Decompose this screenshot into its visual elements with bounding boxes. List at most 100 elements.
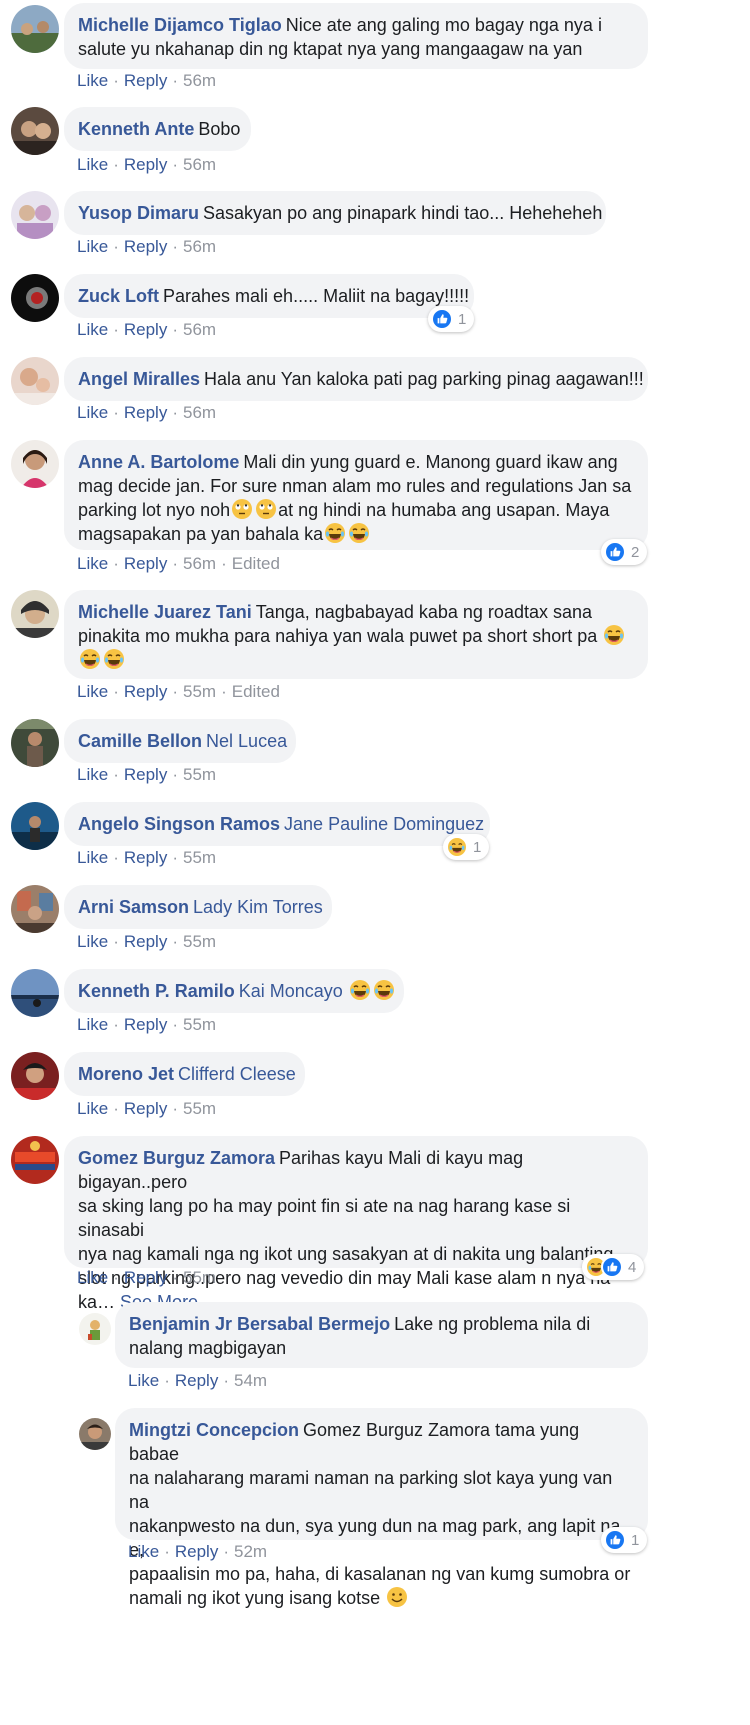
reply-link[interactable]: Reply: [124, 320, 167, 339]
author-name[interactable]: Yusop Dimaru: [78, 203, 199, 223]
like-link[interactable]: Like: [77, 848, 108, 867]
like-link[interactable]: Like: [77, 554, 108, 573]
like-link[interactable]: Like: [77, 71, 108, 90]
timestamp[interactable]: 52m: [234, 1542, 267, 1561]
timestamp[interactable]: 56m: [183, 71, 216, 90]
avatar-photo: [11, 107, 59, 155]
like-link[interactable]: Like: [77, 403, 108, 422]
reply-link[interactable]: Reply: [124, 1015, 167, 1034]
avatar[interactable]: [11, 719, 59, 767]
avatar[interactable]: [11, 885, 59, 933]
reply-link[interactable]: Reply: [124, 237, 167, 256]
reply-link[interactable]: Reply: [124, 765, 167, 784]
author-name[interactable]: Angel Miralles: [78, 369, 200, 389]
avatar[interactable]: [79, 1418, 111, 1450]
like-link[interactable]: Like: [77, 320, 108, 339]
avatar-photo: [11, 357, 59, 405]
avatar[interactable]: [11, 802, 59, 850]
author-name[interactable]: Mingtzi Concepcion: [129, 1420, 299, 1440]
reply-link[interactable]: Reply: [124, 71, 167, 90]
reply-link[interactable]: Reply: [124, 554, 167, 573]
laughing-emoji: [603, 624, 625, 646]
timestamp[interactable]: 55m: [183, 1268, 216, 1287]
timestamp[interactable]: 56m: [183, 155, 216, 174]
author-name[interactable]: Camille Bellon: [78, 731, 202, 751]
timestamp[interactable]: 55m: [183, 1099, 216, 1118]
like-link[interactable]: Like: [128, 1371, 159, 1390]
laughing-emoji: [348, 522, 370, 544]
author-name[interactable]: Benjamin Jr Bersabal Bermejo: [129, 1314, 390, 1334]
timestamp[interactable]: 56m: [183, 237, 216, 256]
reply-link[interactable]: Reply: [124, 1268, 167, 1287]
author-name[interactable]: Kenneth Ante: [78, 119, 194, 139]
eye-roll-emoji: [255, 498, 277, 520]
avatar[interactable]: [11, 274, 59, 322]
like-link[interactable]: Like: [77, 1015, 108, 1034]
like-link[interactable]: Like: [77, 932, 108, 951]
timestamp[interactable]: 55m: [183, 1015, 216, 1034]
like-link[interactable]: Like: [77, 682, 108, 701]
like-link[interactable]: Like: [77, 1099, 108, 1118]
mention-link[interactable]: Nel Lucea: [206, 731, 287, 751]
like-link[interactable]: Like: [77, 1268, 108, 1287]
author-name[interactable]: Zuck Loft: [78, 286, 159, 306]
avatar[interactable]: [11, 1136, 59, 1184]
like-link[interactable]: Like: [77, 765, 108, 784]
reply-link[interactable]: Reply: [124, 848, 167, 867]
comment-actions: Like · Reply · 55m: [77, 932, 217, 951]
comment-text: magsapakan pa yan bahala ka: [78, 524, 324, 544]
avatar[interactable]: [11, 1052, 59, 1100]
reactions-badge[interactable]: 2: [601, 539, 648, 565]
avatar[interactable]: [11, 191, 59, 239]
author-name[interactable]: Gomez Burguz Zamora: [78, 1148, 275, 1168]
timestamp[interactable]: 56m: [183, 554, 216, 573]
mention-link[interactable]: Lady Kim Torres: [193, 897, 323, 917]
comment-text: Bobo: [198, 119, 241, 139]
edited-label[interactable]: Edited: [232, 554, 280, 573]
avatar[interactable]: [11, 357, 59, 405]
avatar[interactable]: [11, 969, 59, 1017]
mention-link[interactable]: Clifferd Cleese: [178, 1064, 296, 1084]
author-name[interactable]: Anne A. Bartolome: [78, 452, 239, 472]
timestamp[interactable]: 55m: [183, 848, 216, 867]
reply-link[interactable]: Reply: [124, 1099, 167, 1118]
reply-link[interactable]: Reply: [175, 1542, 218, 1561]
avatar[interactable]: [11, 107, 59, 155]
reply-link[interactable]: Reply: [124, 932, 167, 951]
avatar[interactable]: [11, 5, 59, 53]
laughing-emoji: [103, 648, 125, 670]
laughing-emoji: [324, 522, 346, 544]
author-name[interactable]: Michelle Juarez Tani: [78, 602, 252, 622]
mention-link[interactable]: Kai Moncayo: [239, 981, 343, 1001]
like-link[interactable]: Like: [128, 1542, 159, 1561]
like-link[interactable]: Like: [77, 155, 108, 174]
reactions-badge[interactable]: 4: [582, 1254, 645, 1280]
like-link[interactable]: Like: [77, 237, 108, 256]
reply-link[interactable]: Reply: [175, 1371, 218, 1390]
mention-link[interactable]: Jane Pauline Dominguez: [284, 814, 484, 834]
author-name[interactable]: Michelle Dijamco Tiglao: [78, 15, 282, 35]
edited-label[interactable]: Edited: [232, 682, 280, 701]
timestamp[interactable]: 55m: [183, 932, 216, 951]
avatar[interactable]: [11, 590, 59, 638]
timestamp[interactable]: 54m: [234, 1371, 267, 1390]
reply-link[interactable]: Reply: [124, 403, 167, 422]
reactions-badge[interactable]: 1: [601, 1527, 648, 1553]
timestamp[interactable]: 55m: [183, 765, 216, 784]
avatar[interactable]: [11, 440, 59, 488]
laughing-emoji: [79, 648, 101, 670]
timestamp[interactable]: 56m: [183, 403, 216, 422]
author-name[interactable]: Angelo Singson Ramos: [78, 814, 280, 834]
timestamp[interactable]: 55m: [183, 682, 216, 701]
avatar[interactable]: [79, 1313, 111, 1345]
comment-actions: Like · Reply · 56m: [77, 155, 217, 174]
author-name[interactable]: Kenneth P. Ramilo: [78, 981, 235, 1001]
reactions-badge[interactable]: 1: [443, 834, 490, 860]
comment-actions: Like · Reply · 55m: [77, 1268, 217, 1287]
reply-link[interactable]: Reply: [124, 682, 167, 701]
reply-link[interactable]: Reply: [124, 155, 167, 174]
author-name[interactable]: Arni Samson: [78, 897, 189, 917]
author-name[interactable]: Moreno Jet: [78, 1064, 174, 1084]
reactions-badge[interactable]: 1: [428, 306, 475, 332]
timestamp[interactable]: 56m: [183, 320, 216, 339]
